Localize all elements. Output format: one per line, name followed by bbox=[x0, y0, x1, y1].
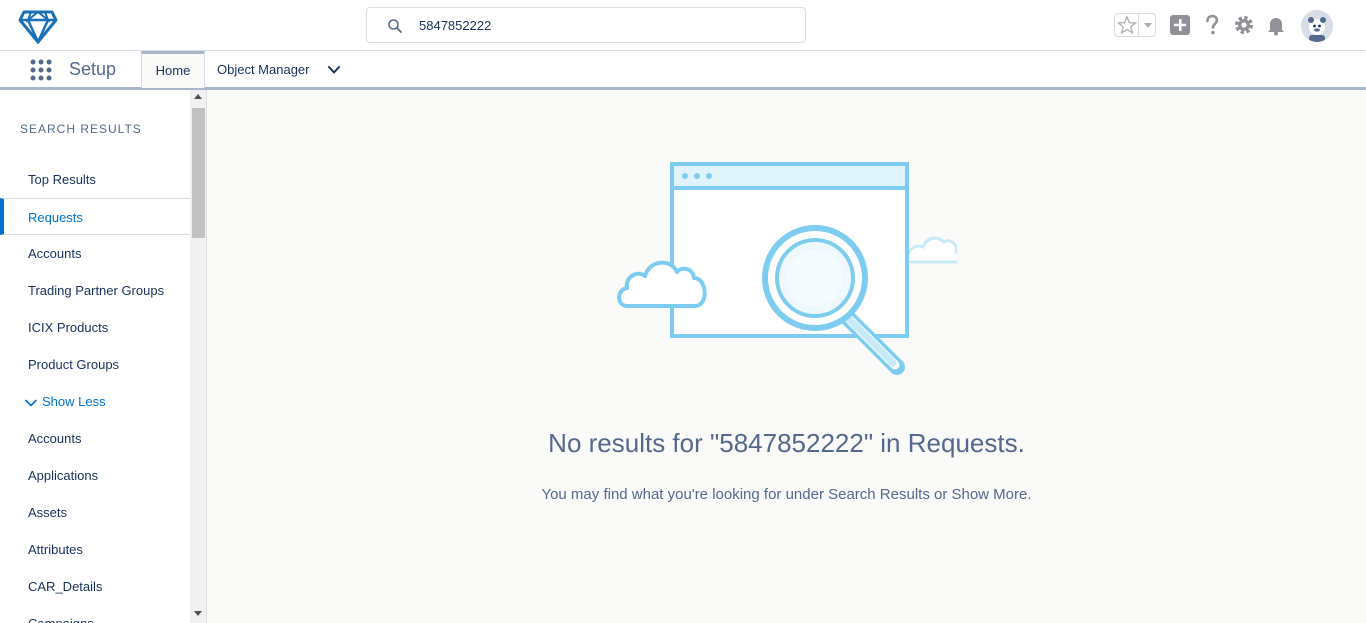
global-header bbox=[0, 0, 1366, 50]
app-name: Setup bbox=[69, 59, 117, 79]
sidebar-item-accounts[interactable]: Accounts bbox=[0, 235, 190, 272]
help-icon[interactable] bbox=[1200, 13, 1224, 37]
sidebar-scrollbar[interactable] bbox=[190, 90, 206, 623]
show-less-toggle[interactable]: Show Less bbox=[0, 383, 190, 420]
search-results-sidebar: SEARCH RESULTS Top Results Requests Acco… bbox=[0, 90, 207, 623]
context-bar: Setup Home Object Manager bbox=[0, 50, 1366, 90]
sidebar-heading: SEARCH RESULTS bbox=[20, 122, 142, 136]
scroll-up-arrow-icon[interactable] bbox=[194, 94, 202, 99]
sidebar-item-icix-products[interactable]: ICIX Products bbox=[0, 309, 190, 346]
search-icon bbox=[388, 19, 402, 33]
app-launcher-icon[interactable] bbox=[29, 58, 53, 82]
chevron-down-icon bbox=[25, 399, 37, 406]
favorites-dropdown-icon[interactable] bbox=[1140, 14, 1156, 36]
global-create-icon[interactable] bbox=[1168, 13, 1192, 37]
show-less-label: Show Less bbox=[42, 394, 106, 409]
setup-gear-icon[interactable] bbox=[1232, 13, 1256, 37]
setup-search-box[interactable] bbox=[366, 7, 806, 43]
tab-home[interactable]: Home bbox=[141, 51, 205, 88]
org-logo-icon[interactable] bbox=[18, 8, 58, 44]
scroll-thumb[interactable] bbox=[192, 108, 205, 238]
scroll-down-arrow-icon[interactable] bbox=[194, 611, 202, 616]
sidebar-item-top-results[interactable]: Top Results bbox=[0, 161, 190, 198]
sidebar-item-car-details[interactable]: CAR_Details bbox=[0, 568, 190, 605]
user-avatar[interactable] bbox=[1301, 10, 1333, 42]
search-input[interactable] bbox=[419, 14, 789, 36]
sidebar-item-assets[interactable]: Assets bbox=[0, 494, 190, 531]
favorites-star-icon[interactable] bbox=[1115, 14, 1139, 36]
tab-object-manager[interactable]: Object Manager bbox=[217, 51, 310, 88]
notifications-bell-icon[interactable] bbox=[1264, 13, 1288, 37]
favorites-group bbox=[1114, 13, 1156, 37]
sidebar-item-trading-partner-groups[interactable]: Trading Partner Groups bbox=[0, 272, 190, 309]
no-results-illustration-icon bbox=[617, 162, 957, 375]
sidebar-item-requests[interactable]: Requests bbox=[0, 198, 190, 235]
sidebar-item-product-groups[interactable]: Product Groups bbox=[0, 346, 190, 383]
main-content: No results for "5847852222" in Requests.… bbox=[207, 90, 1366, 623]
sidebar-item-applications[interactable]: Applications bbox=[0, 457, 190, 494]
sidebar-item-attributes[interactable]: Attributes bbox=[0, 531, 190, 568]
no-results-title: No results for "5847852222" in Requests. bbox=[548, 428, 1025, 458]
chevron-down-icon[interactable] bbox=[326, 62, 342, 78]
sidebar-item-accounts-2[interactable]: Accounts bbox=[0, 420, 190, 457]
sidebar-item-campaigns[interactable]: Campaigns bbox=[0, 605, 190, 623]
no-results-subtitle: You may find what you're looking for und… bbox=[541, 486, 1032, 503]
astro-avatar-icon bbox=[1301, 10, 1333, 42]
